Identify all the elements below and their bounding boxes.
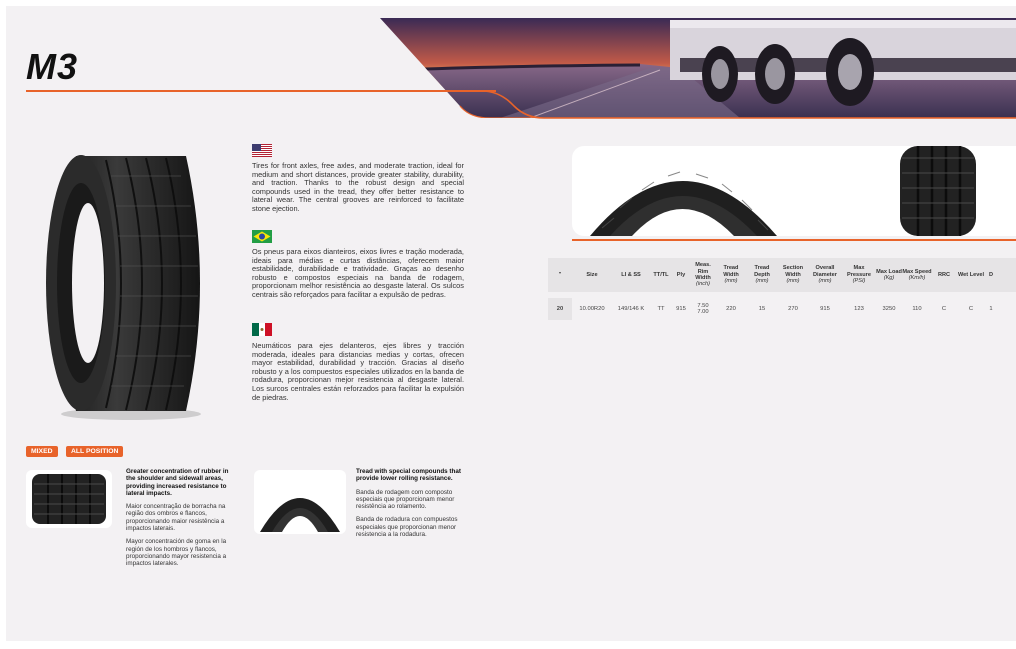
header-rrc: RRC [937, 271, 951, 278]
cell-tread-depth: 15 [758, 305, 766, 312]
cell-rim: 20 [548, 298, 572, 320]
feature-shoulder-title: Greater concentration of rubber in the s… [126, 468, 229, 497]
tire-tread-icon [260, 498, 340, 532]
cell-max-pressure: 123 [854, 305, 864, 312]
description-en: Tires for front axles, free axles, and m… [252, 161, 464, 213]
header-d: D [988, 271, 994, 278]
feature-shoulder-pt: Maior concentração de borracha na região… [126, 503, 226, 533]
tire-shoulder-icon [32, 474, 106, 524]
feature-shoulder-text: Greater concentration of rubber in the s… [126, 468, 234, 574]
spec-table-header: " Size LI & SS TT/TL Ply Meas. Rim Width… [548, 258, 1016, 292]
feature-tread-pt: Banda de rodagem com composto especiais … [356, 488, 455, 511]
cell-size: 10.00R20 [579, 305, 605, 312]
cell-tt-tl: TT [657, 305, 665, 312]
header-rim-width: Meas. Rim Width (inch) [695, 262, 711, 288]
feature-tread-text: Tread with special compounds that provid… [356, 468, 464, 544]
feature-shoulder-es: Mayor concentración de goma en la región… [126, 538, 227, 568]
product-title: M3 [26, 46, 79, 87]
cell-rrc: C [941, 305, 947, 312]
feature-shoulder-image [26, 470, 112, 528]
badge-all-position: ALL POSITION [66, 446, 124, 457]
header-section-width: Section Width (mm) [782, 265, 804, 285]
header-tread-depth: Tread Depth (mm) [754, 265, 770, 285]
cell-ply: 915 [676, 305, 686, 312]
cell-overall-diameter: 915 [820, 305, 830, 312]
mexico-flag-icon [252, 323, 272, 336]
feature-tread-es: Banda de rodadura con compuestos especia… [356, 516, 458, 539]
tread-profile-image [590, 146, 976, 236]
header-overall-diameter: Overall Diameter (mm) [813, 265, 837, 285]
us-flag-icon [252, 144, 272, 157]
header-swoosh [482, 90, 1016, 119]
cell-max-speed: 110 [912, 305, 922, 312]
spec-table: " Size LI & SS TT/TL Ply Meas. Rim Width… [548, 258, 1016, 320]
header-li-ss: LI & SS [621, 271, 641, 278]
header-max-pressure: Max Pressure (PSI) [847, 265, 871, 285]
header-tt-tl: TT/TL [653, 271, 669, 278]
description-pt: Os pneus para eixos dianteiros, eixos li… [252, 247, 464, 299]
header-ply: Ply [676, 271, 686, 278]
feature-tread-title: Tread with special compounds that provid… [356, 468, 461, 483]
cell-li-ss: 149/146 K [617, 305, 645, 312]
tire-product-image [46, 155, 201, 420]
table-row: 20 10.00R20 149/146 K TT 915 7.50 7.00 2… [548, 298, 1016, 320]
cell-d: 1 [989, 305, 993, 312]
cell-max-load: 3250 [882, 305, 896, 312]
header-wet-level: Wet Level [957, 271, 984, 278]
header-rim: " [558, 271, 562, 278]
panel-divider [572, 239, 1016, 241]
description-es: Neumáticos para ejes delanteros, ejes li… [252, 341, 464, 402]
cell-wet-level: C [968, 305, 974, 312]
header-divider [26, 90, 496, 92]
cell-tread-width: 220 [726, 305, 736, 312]
header-size: Size [586, 271, 598, 278]
header-tread-width: Tread Width (mm) [723, 265, 739, 285]
header-max-speed: Max Speed (Km/h) [902, 268, 932, 281]
cell-rim-width: 7.50 7.00 [697, 302, 709, 315]
product-sheet: M3 Tires for front axles, free axles, an… [6, 6, 1016, 641]
cell-section-width: 270 [788, 305, 798, 312]
badge-mixed: MIXED [26, 446, 58, 457]
brazil-flag-icon [252, 230, 272, 243]
feature-tread-image [254, 470, 346, 534]
header-max-load: Max Load (Kg) [876, 268, 902, 281]
tread-image-panel [572, 146, 1016, 236]
